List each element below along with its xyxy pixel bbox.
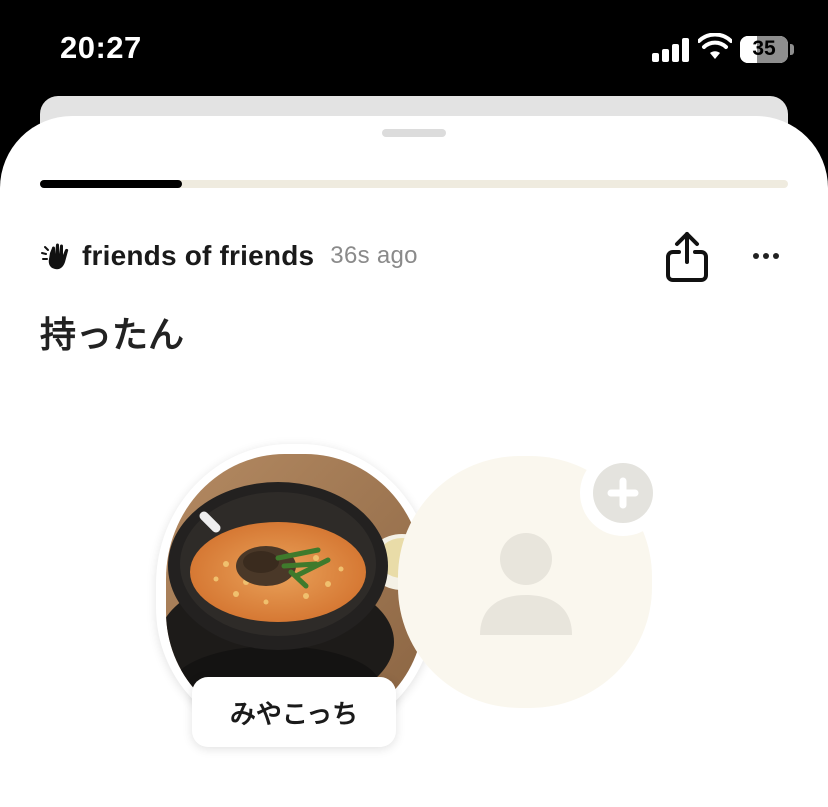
signal-icon xyxy=(652,38,690,62)
share-icon[interactable] xyxy=(664,230,710,284)
status-bar: 20:27 35 xyxy=(0,0,828,96)
plus-icon xyxy=(607,477,639,509)
story-sheet: friends of friends 36s ago 持ったん みやこっち xyxy=(0,116,828,807)
post-time: 36s ago xyxy=(330,242,418,269)
progress-bar xyxy=(40,180,788,188)
more-icon[interactable] xyxy=(748,244,784,268)
audience-label[interactable]: friends of friends xyxy=(82,240,314,272)
post-meta: friends of friends 36s ago xyxy=(40,238,418,274)
add-participant-button[interactable] xyxy=(580,450,666,536)
status-time: 20:27 xyxy=(60,30,142,65)
battery-icon: 35 xyxy=(740,36,788,63)
battery-level: 35 xyxy=(752,37,776,60)
progress-fill xyxy=(40,180,183,188)
wifi-icon xyxy=(698,33,732,59)
post-title: 持ったん xyxy=(40,314,185,355)
wave-hand-icon xyxy=(41,243,69,270)
person-icon xyxy=(480,533,572,635)
sheet-grabber[interactable] xyxy=(382,129,446,137)
battery-cap xyxy=(790,44,794,55)
participant-name-label: みやこっち xyxy=(192,677,396,747)
